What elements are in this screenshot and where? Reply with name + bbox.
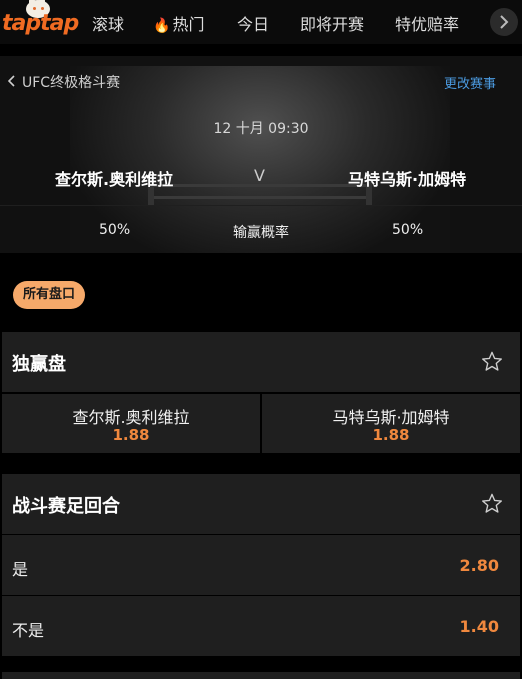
market-header-moneyline[interactable]: 独赢盘 — [2, 332, 520, 392]
next-market-card[interactable] — [2, 672, 520, 679]
distance-option-no[interactable]: 不是 1.40 — [2, 596, 520, 656]
chevron-right-icon — [500, 15, 509, 29]
change-event-link[interactable]: 更改赛事 — [444, 73, 496, 92]
moneyline-option-team-b[interactable]: 马特乌斯·加姆特 1.88 — [262, 394, 520, 453]
option-odds: 2.80 — [459, 556, 499, 575]
chevron-left-icon[interactable] — [8, 75, 16, 87]
option-odds: 1.88 — [112, 426, 150, 444]
nav-item-live[interactable]: 滚球 — [92, 11, 124, 35]
nav-item-hot-label: 热门 — [172, 15, 205, 34]
option-odds: 1.88 — [372, 426, 410, 444]
all-markets-filter[interactable]: 所有盘口 — [13, 281, 86, 309]
star-outline-icon[interactable] — [481, 351, 503, 372]
competition-back-link[interactable]: UFC终极格斗赛 — [22, 72, 120, 92]
top-nav: taptap 滚球 🔥 热门 今日 即将开赛 特优赔率 — [0, 0, 522, 44]
taptap-logo[interactable]: taptap — [2, 0, 79, 44]
moneyline-option-team-a[interactable]: 查尔斯.奥利维拉 1.88 — [2, 394, 260, 453]
option-label: 是 — [12, 560, 29, 579]
event-datetime: 12 十月 09:30 — [213, 121, 309, 137]
team-b-name: 马特乌斯·加姆特 — [348, 170, 467, 189]
team-b-win-probability: 50% — [392, 222, 424, 238]
logo-eye-left — [33, 7, 36, 10]
win-probability-label: 输赢概率 — [233, 225, 289, 241]
star-outline-icon[interactable] — [481, 493, 503, 514]
option-label: 马特乌斯·加姆特 — [332, 408, 450, 427]
nav-item-hot[interactable]: 🔥 热门 — [153, 11, 204, 35]
option-label: 不是 — [12, 621, 45, 640]
versus-label: V — [254, 166, 265, 185]
distance-option-yes[interactable]: 是 2.80 — [2, 535, 520, 595]
option-odds: 1.40 — [459, 617, 499, 636]
event-header: UFC终极格斗赛 更改赛事 12 十月 09:30 查尔斯.奥利维拉 V 马特乌… — [0, 56, 522, 253]
nav-item-upcoming[interactable]: 即将开赛 — [300, 11, 364, 35]
logo-text: taptap — [2, 11, 79, 36]
nav-item-boosted-odds[interactable]: 特优赔率 — [395, 11, 459, 35]
ring-rope — [150, 196, 370, 199]
market-title: 战斗赛足回合 — [12, 496, 120, 517]
logo-eye-right — [41, 7, 44, 10]
fire-icon: 🔥 — [153, 18, 171, 34]
option-label: 查尔斯.奥利维拉 — [72, 408, 190, 427]
nav-item-today[interactable]: 今日 — [237, 11, 269, 35]
nav-scroll-right-button[interactable] — [490, 8, 518, 36]
market-header-distance[interactable]: 战斗赛足回合 — [2, 474, 520, 534]
team-a-name: 查尔斯.奥利维拉 — [55, 170, 174, 189]
market-title: 独赢盘 — [12, 354, 66, 375]
divider — [0, 205, 522, 206]
